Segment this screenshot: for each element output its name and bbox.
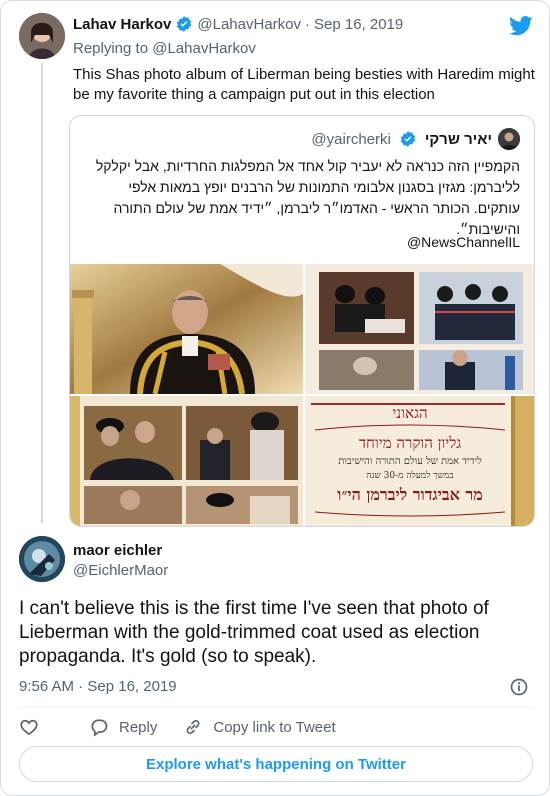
- quoted-mention[interactable]: @NewsChannelIL: [407, 234, 520, 250]
- info-icon[interactable]: [509, 677, 529, 697]
- parent-header: Lahav Harkov @LahavHarkov · Sep 16, 2019: [73, 15, 403, 33]
- reply-button[interactable]: Reply: [89, 717, 157, 737]
- avatar[interactable]: [19, 13, 65, 59]
- separator-dot: ·: [78, 678, 84, 695]
- banner-line-1: גליון הוקרה מיוחד: [359, 434, 461, 452]
- quoted-header: @yaircherki יאיר שרקי: [311, 128, 520, 150]
- tribute-banner: הגאוני גליון הוקרה מיוחד לידיד אמת של עו…: [305, 396, 534, 526]
- author-handle[interactable]: @LahavHarkov: [197, 16, 301, 33]
- media-image-3[interactable]: [70, 396, 303, 526]
- reply-text: I can't believe this is the first time I…: [19, 598, 489, 667]
- verified-badge-icon: [177, 16, 192, 32]
- tweet-text: This Shas photo album of Liberman being …: [73, 66, 535, 103]
- quoted-avatar: [498, 128, 520, 150]
- tweet-date[interactable]: Sep 16, 2019: [314, 16, 403, 33]
- author-name[interactable]: Lahav Harkov: [73, 16, 171, 33]
- separator-dot: ·: [305, 15, 310, 33]
- reply-icon: [91, 719, 108, 737]
- tweet-embed-card: Lahav Harkov @LahavHarkov · Sep 16, 2019…: [0, 0, 550, 796]
- quoted-text: הקמפיין הזה כנראה לא יעביר קול אחד אל המ…: [80, 156, 520, 240]
- reply-author-handle[interactable]: @EichlerMaor: [73, 562, 168, 579]
- quoted-media-grid[interactable]: הגאוני גליון הוקרה מיוחד לידיד אמת של עו…: [70, 264, 534, 526]
- reply-avatar[interactable]: [19, 536, 65, 582]
- thread-line: [41, 63, 43, 523]
- tweet-date: Sep 16, 2019: [87, 678, 177, 695]
- copy-link-label: Copy link to Tweet: [213, 718, 336, 736]
- reply-label: Reply: [119, 718, 158, 736]
- action-bar: Reply Copy link to Tweet: [19, 717, 362, 737]
- divider: [19, 707, 533, 708]
- like-button[interactable]: [19, 717, 49, 737]
- banner-name: מר אביגדור ליברמן הי״ו: [337, 485, 483, 504]
- reply-author-name[interactable]: maor eichler: [73, 542, 162, 559]
- tweet-time: 9:56 AM: [19, 678, 75, 695]
- tweet-timestamp[interactable]: 9:56 AM · Sep 16, 2019: [19, 678, 177, 695]
- link-icon: [186, 719, 200, 735]
- twitter-logo-icon[interactable]: [509, 15, 533, 37]
- quoted-author-name: יאיר שרקי: [424, 130, 492, 148]
- quoted-handle: @yaircherki: [311, 130, 391, 148]
- quoted-body: הקמפיין הזה כנראה לא יעביר קול אחד אל המ…: [95, 158, 520, 237]
- quoted-tweet[interactable]: @yaircherki יאיר שרקי הקמפיין הזה כנראה …: [69, 115, 535, 527]
- banner-line-2: לידיד אמת של עולם התורה והישיבות: [338, 455, 482, 467]
- banner-line-3: במשך למעלה מ-30 שנה: [366, 470, 453, 481]
- heart-icon: [20, 719, 38, 736]
- explore-twitter-button[interactable]: Explore what's happening on Twitter: [19, 746, 533, 782]
- replying-to-handle[interactable]: @LahavHarkov: [152, 40, 256, 57]
- media-image-1[interactable]: [70, 264, 303, 394]
- media-image-4[interactable]: הגאוני גליון הוקרה מיוחד לידיד אמת של עו…: [305, 396, 534, 526]
- verified-badge-icon: [400, 131, 416, 147]
- replying-prefix: Replying to: [73, 40, 149, 57]
- copy-link-button[interactable]: Copy link to Tweet: [183, 717, 336, 737]
- banner-title: הגאוני: [392, 404, 427, 422]
- media-image-2[interactable]: [305, 264, 534, 394]
- replying-to: Replying to @LahavHarkov: [73, 40, 256, 57]
